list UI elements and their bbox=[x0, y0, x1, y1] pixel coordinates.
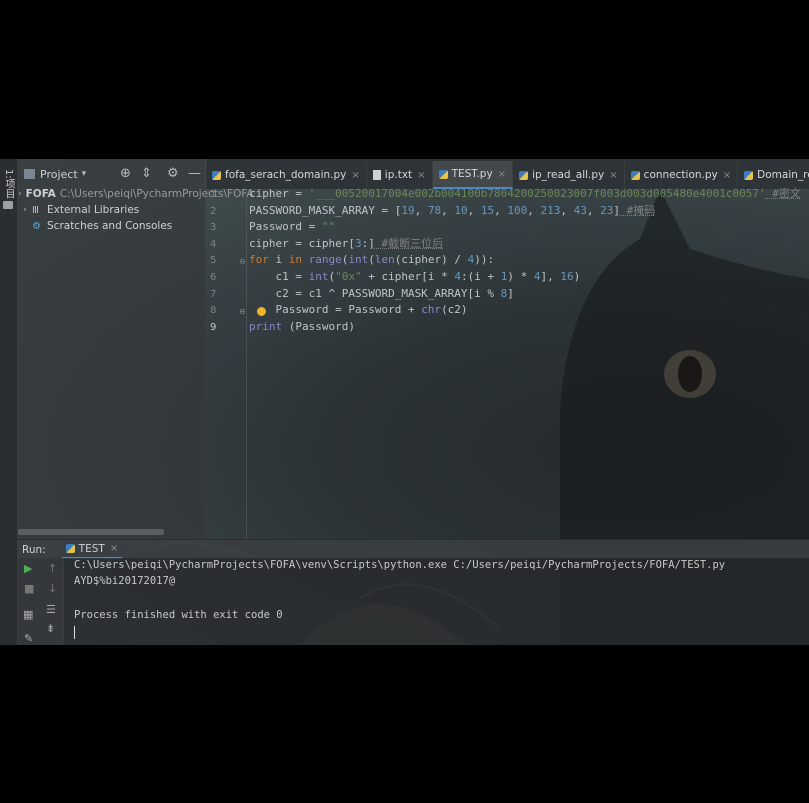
hide-panel-icon[interactable]: — bbox=[188, 166, 201, 181]
tab-label: ip.txt bbox=[384, 169, 413, 181]
tree-item-scratches[interactable]: ⚙ Scratches and Consoles bbox=[18, 218, 205, 234]
tab-ip-read-all[interactable]: ip_read_all.py × bbox=[513, 161, 625, 189]
console-caret bbox=[74, 626, 75, 639]
tree-item-label: Scratches and Consoles bbox=[47, 220, 173, 232]
arrow-up-icon[interactable]: ↑ bbox=[48, 562, 57, 575]
play-icon[interactable]: ▶ bbox=[24, 562, 32, 575]
collapse-icon[interactable]: ⇕ bbox=[141, 166, 152, 181]
library-icon: Ⅲ bbox=[32, 204, 39, 216]
line-number: 2 bbox=[210, 205, 217, 217]
layout-icon[interactable]: ▦ bbox=[23, 608, 33, 621]
tab-label: ip_read_all.py bbox=[532, 169, 605, 181]
tree-item-external-libraries[interactable]: › Ⅲ External Libraries bbox=[18, 202, 205, 218]
line-number: 1 bbox=[210, 189, 217, 200]
code-line: Password = Password + chr(c2) bbox=[249, 303, 468, 317]
lightbulb-icon[interactable] bbox=[257, 307, 266, 316]
editor-tabs: fofa_serach_domain.py × ip.txt × TEST.py… bbox=[206, 159, 809, 189]
close-icon[interactable]: × bbox=[498, 169, 506, 180]
python-file-icon bbox=[519, 170, 529, 180]
console-command-line: C:\Users\peiqi\PycharmProjects\FOFA\venv… bbox=[74, 559, 726, 571]
python-file-icon bbox=[438, 169, 448, 179]
code-line: print (Password) bbox=[249, 319, 355, 333]
fold-icon[interactable]: ⊖ bbox=[239, 307, 246, 316]
project-icon bbox=[24, 169, 35, 179]
close-icon[interactable]: × bbox=[609, 170, 617, 181]
chevron-down-icon[interactable]: ▾ bbox=[82, 169, 87, 179]
chevron-right-icon[interactable]: › bbox=[18, 205, 32, 215]
close-icon[interactable]: × bbox=[417, 170, 425, 181]
line-number: 9 bbox=[210, 321, 217, 333]
folder-icon bbox=[3, 201, 13, 209]
close-icon[interactable]: × bbox=[723, 170, 731, 181]
code-line: cipher = cipher[3:] #截断三位后 bbox=[249, 236, 444, 250]
scratches-icon: ⚙ bbox=[32, 220, 41, 232]
python-file-icon bbox=[744, 170, 754, 180]
code-line: cipher = '___00520017004e002b004100b7804… bbox=[249, 187, 801, 200]
console-exit-line: Process finished with exit code 0 bbox=[74, 609, 283, 621]
line-number: 4 bbox=[210, 238, 217, 250]
stop-icon[interactable]: ■ bbox=[24, 582, 34, 595]
close-icon[interactable]: × bbox=[351, 170, 359, 181]
ide-window: 1:项目 Project ▾ ⊕ ⇕ ⚙ — › FOFA C:\Users\p… bbox=[0, 159, 809, 645]
code-editor[interactable]: 1 2 3 4 5 6 7 8 9 ⊖ ⊖ cipher = '___00520… bbox=[206, 187, 809, 539]
python-file-icon bbox=[65, 544, 75, 553]
code-line: c2 = c1 ^ PASSWORD_MASK_ARRAY[i % 8] bbox=[249, 286, 514, 300]
tree-item-label: FOFA bbox=[25, 188, 56, 200]
project-panel: Project ▾ ⊕ ⇕ ⚙ — › FOFA C:\Users\peiqi\… bbox=[18, 159, 254, 539]
code-line: Password = "" bbox=[249, 220, 336, 234]
pin-icon[interactable]: ✎ bbox=[24, 632, 33, 645]
gear-icon[interactable]: ⚙ bbox=[167, 166, 179, 181]
tab-test-py[interactable]: TEST.py × bbox=[432, 161, 514, 189]
line-number: 6 bbox=[210, 272, 217, 283]
arrow-down-icon[interactable]: ↓ bbox=[48, 582, 57, 595]
line-number: 8 bbox=[210, 305, 217, 317]
line-gutter: 1 2 3 4 5 6 7 8 9 ⊖ ⊖ bbox=[206, 189, 247, 539]
tab-connection[interactable]: connection.py × bbox=[625, 161, 739, 189]
code-line: c1 = int("0x" + cipher[i * 4:(i + 1) * 4… bbox=[249, 270, 581, 283]
line-number: 5 bbox=[210, 255, 217, 267]
fold-icon[interactable]: ⊖ bbox=[239, 257, 246, 266]
chevron-right-icon[interactable]: › bbox=[18, 189, 22, 199]
code-line: for i in range(int(len(cipher) / 4)): bbox=[249, 253, 495, 267]
horizontal-scrollbar[interactable] bbox=[18, 529, 164, 535]
tab-label: Domain_revese.py bbox=[757, 169, 809, 181]
run-console[interactable]: C:\Users\peiqi\PycharmProjects\FOFA\venv… bbox=[63, 558, 809, 645]
tab-domain-revese[interactable]: Domain_revese.py bbox=[738, 161, 809, 189]
code-line: PASSWORD_MASK_ARRAY = [19, 78, 10, 15, 1… bbox=[249, 203, 656, 217]
run-label: Run: bbox=[22, 543, 46, 556]
run-tab-label: TEST bbox=[78, 542, 105, 555]
console-output-line: AYD$%bi20172017@ bbox=[74, 575, 176, 587]
tree-item-label: External Libraries bbox=[47, 204, 140, 216]
python-file-icon bbox=[212, 170, 221, 180]
tab-label: fofa_serach_domain.py bbox=[225, 169, 347, 181]
tab-fofa-serach-domain[interactable]: fofa_serach_domain.py × bbox=[206, 161, 367, 189]
run-panel-header: Run: TEST × bbox=[18, 539, 809, 559]
locate-icon[interactable]: ⊕ bbox=[120, 166, 131, 181]
line-number: 3 bbox=[210, 222, 217, 234]
project-tool-button[interactable]: 1:项目 bbox=[1, 169, 16, 199]
tab-label: TEST.py bbox=[451, 168, 493, 180]
soft-wrap-icon[interactable]: ☰ bbox=[46, 603, 56, 616]
run-toolbar: ▶ ↑ ■ ↓ ▦ ☰ ⇟ ✎ bbox=[18, 558, 63, 645]
tab-ip-txt[interactable]: ip.txt × bbox=[367, 161, 433, 189]
project-header: Project ▾ ⊕ ⇕ ⚙ — bbox=[18, 159, 205, 189]
scroll-to-end-icon[interactable]: ⇟ bbox=[46, 622, 55, 635]
tab-label: connection.py bbox=[643, 169, 718, 181]
project-view-selector[interactable]: Project bbox=[40, 168, 78, 181]
python-file-icon bbox=[630, 170, 640, 180]
text-file-icon bbox=[372, 170, 381, 180]
close-icon[interactable]: × bbox=[110, 543, 118, 554]
left-tool-stripe: 1:项目 bbox=[0, 159, 18, 645]
line-number: 7 bbox=[210, 288, 217, 300]
tab-run-test[interactable]: TEST × bbox=[61, 540, 123, 559]
